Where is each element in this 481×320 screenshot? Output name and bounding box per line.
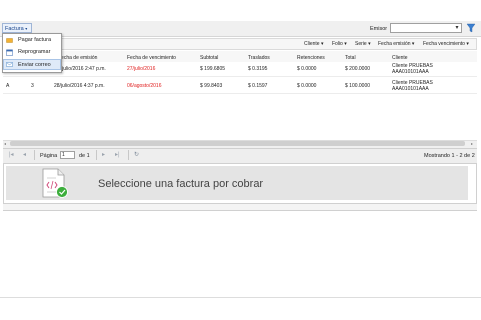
row-divider <box>3 93 477 94</box>
column-header-vencimiento[interactable]: Fecha de vencimiento <box>127 55 176 61</box>
mail-icon <box>6 62 13 67</box>
divider <box>128 150 129 160</box>
detail-message: Seleccione una factura por cobrar <box>98 178 264 190</box>
row-cell-total: $ 100.0000 <box>345 83 371 89</box>
last-page-icon[interactable]: ▸| <box>115 151 120 158</box>
row-cell-total: $ 200.0000 <box>345 66 371 72</box>
row-cell-emision: 28/julio/2016 4:37 p.m. <box>54 83 105 89</box>
filter-folio[interactable]: Folio ▾ <box>332 41 347 47</box>
filter-serie[interactable]: Serie ▾ <box>355 41 371 47</box>
factura-menu-button[interactable]: Factura ▾ <box>2 23 32 33</box>
pay-icon <box>6 38 13 43</box>
menu-item-enviar-correo[interactable]: Enviar correo <box>3 59 61 70</box>
calendar-icon <box>6 49 13 56</box>
invoice-document-icon <box>42 168 68 198</box>
menu-item-reprogramar[interactable]: Reprogramar <box>3 47 61 58</box>
filter-fecha-emision[interactable]: Fecha emisión ▾ <box>378 41 414 47</box>
divider <box>96 150 97 160</box>
first-page-icon[interactable]: |◂ <box>9 151 14 158</box>
column-header-cliente[interactable]: Cliente <box>392 55 408 61</box>
column-header-total[interactable]: Total <box>345 55 356 61</box>
chevron-down-icon[interactable]: ▾ <box>453 24 461 32</box>
row-cell-vencimiento: 06/agosto/2016 <box>127 83 162 89</box>
row-cell-serie: A <box>6 83 10 89</box>
refresh-icon[interactable]: ↻ <box>134 151 139 158</box>
divider <box>34 150 35 160</box>
row-cell-traslados: $ 0.3195 <box>248 66 268 72</box>
column-header-traslados[interactable]: Traslados <box>248 55 270 61</box>
pager-summary: Mostrando 1 - 2 de 2 <box>424 153 475 159</box>
row-cell-emision: ó/julio/2016 2:47 p.m. <box>58 66 106 72</box>
page-of-label: de 1 <box>79 153 90 159</box>
row-cell-traslados: $ 0.1597 <box>248 83 268 89</box>
detail-footer <box>3 203 477 210</box>
row-cell-cliente-rfc: AAA010101AAA <box>392 86 429 92</box>
row-cell-subtotal: $ 99.8403 <box>200 83 223 89</box>
next-page-icon[interactable]: ▸ <box>102 151 105 158</box>
filter-cliente[interactable]: Cliente ▾ <box>304 41 323 47</box>
factura-label: Factura <box>5 26 24 32</box>
filter-icon[interactable] <box>466 23 476 33</box>
prev-page-icon[interactable]: ◂ <box>23 151 26 158</box>
page-label: Página <box>40 153 58 159</box>
scroll-left-icon[interactable]: ◂ <box>4 141 6 146</box>
emisor-select[interactable] <box>390 23 462 33</box>
row-cell-subtotal: $ 199.6805 <box>200 66 226 72</box>
row-cell-folio: 3 <box>31 83 34 89</box>
row-cell-retenciones: $ 0.0000 <box>297 83 317 89</box>
column-header-emision[interactable]: Fecha de emisión <box>58 55 97 61</box>
menu-item-pagar-factura[interactable]: Pagar factura <box>3 35 61 46</box>
page-number-input[interactable]: 1 <box>60 151 75 159</box>
scrollbar-thumb[interactable] <box>10 141 465 146</box>
column-header-retenciones[interactable]: Retenciones <box>297 55 325 61</box>
filter-fecha-vencimiento[interactable]: Fecha vencimiento ▾ <box>423 41 469 47</box>
chevron-down-icon: ▾ <box>25 26 28 31</box>
row-cell-retenciones: $ 0.0000 <box>297 66 317 72</box>
scroll-right-icon[interactable]: ▸ <box>471 141 473 146</box>
row-cell-cliente-rfc: AAA010101AAA <box>392 69 429 75</box>
emisor-label: Emisor <box>370 26 388 32</box>
divider <box>0 297 481 298</box>
column-header-subtotal[interactable]: Subtotal <box>200 55 218 61</box>
content-area <box>0 212 481 320</box>
row-cell-vencimiento: 27/julio/2016 <box>127 66 156 72</box>
